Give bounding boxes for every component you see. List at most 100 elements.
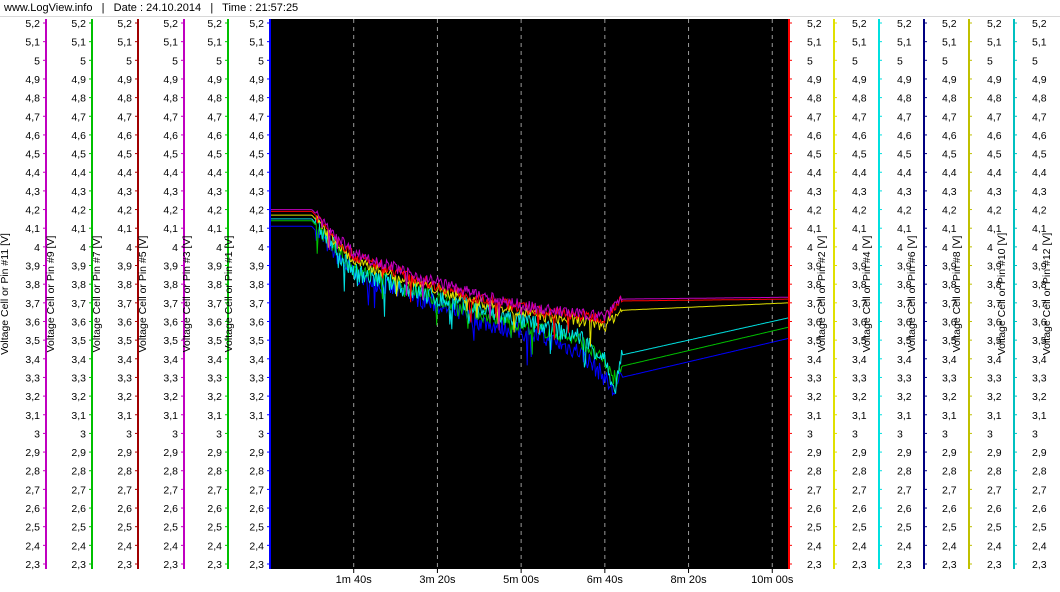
y-tick-label: 3,3 bbox=[117, 372, 132, 384]
y-tick-label: 2,8 bbox=[987, 466, 1002, 478]
y-tick-label: 3,1 bbox=[163, 410, 178, 422]
y-tick-label: 5,2 bbox=[249, 18, 264, 30]
y-tick-label: 3,5 bbox=[163, 335, 178, 347]
y-tick-label: 3,3 bbox=[942, 372, 957, 384]
y-tick-label: 3,5 bbox=[207, 335, 222, 347]
y-tick-label: 5,1 bbox=[207, 37, 222, 49]
axis-label: Voltage Cell or Pin #10 [V] bbox=[996, 233, 1008, 356]
y-tick-label: 2,4 bbox=[852, 540, 867, 552]
y-tick-label: 3,4 bbox=[117, 354, 132, 366]
y-tick-label: 4,2 bbox=[807, 205, 822, 217]
y-tick-label: 4,9 bbox=[249, 74, 264, 86]
y-tick-label: 3,4 bbox=[25, 354, 40, 366]
y-tick-label: 5,2 bbox=[25, 18, 40, 30]
y-tick-label: 4,2 bbox=[852, 205, 867, 217]
y-tick-label: 2,8 bbox=[207, 466, 222, 478]
y-tick-label: 3,7 bbox=[249, 298, 264, 310]
left-axes: 5,2 5,1 5 4,9 4,8 4,7 4,6 4,5 4,4 4,3 4,2 4,1 4 3,9 3,… bbox=[0, 18, 271, 571]
y-tick-label: 3,4 bbox=[71, 354, 86, 366]
y-tick-label: 4,7 bbox=[25, 111, 40, 123]
y-tick-label: 2,9 bbox=[987, 447, 1002, 459]
y-tick-label: 4,8 bbox=[25, 93, 40, 105]
y-tick-label: 4,5 bbox=[897, 149, 912, 161]
y-tick-label: 4,7 bbox=[1032, 111, 1047, 123]
y-tick-label: 4,2 bbox=[163, 205, 178, 217]
y-tick-label: 3,2 bbox=[1032, 391, 1047, 403]
y-tick-label: 2,9 bbox=[249, 447, 264, 459]
y-tick-label: 4,3 bbox=[987, 186, 1002, 198]
y-tick-label: 4,7 bbox=[942, 111, 957, 123]
y-axis: 5,25,154,94,84,74,64,54,44,34,24,143,93,… bbox=[923, 18, 963, 571]
y-tick-label: 3,3 bbox=[163, 372, 178, 384]
axis-label: Voltage Cell or Pin #11 [V] bbox=[0, 233, 11, 355]
y-tick-label: 4,1 bbox=[249, 223, 264, 235]
y-tick-label: 4,5 bbox=[852, 149, 867, 161]
y-tick-label: 5,2 bbox=[942, 18, 957, 30]
y-tick-label: 4 bbox=[1032, 242, 1038, 254]
y-tick-label: 4,7 bbox=[163, 111, 178, 123]
y-tick-label: 4,1 bbox=[207, 223, 222, 235]
y-tick-label: 3,2 bbox=[897, 391, 912, 403]
y-tick-label: 3,2 bbox=[207, 391, 222, 403]
y-tick-label: 3,2 bbox=[71, 391, 86, 403]
y-tick-label: 2,5 bbox=[897, 522, 912, 534]
y-tick-label: 3,9 bbox=[71, 261, 86, 273]
y-tick-label: 3,6 bbox=[71, 316, 86, 328]
y-tick-label: 4,4 bbox=[987, 167, 1002, 179]
y-tick-label: 4,9 bbox=[897, 74, 912, 86]
y-tick-label: 5,2 bbox=[207, 18, 222, 30]
y-tick-label: 4,6 bbox=[897, 130, 912, 142]
y-tick-label: 3,2 bbox=[852, 391, 867, 403]
y-tick-label: 2,5 bbox=[25, 522, 40, 534]
axis-label: Voltage Cell or Pin #1 [V] bbox=[223, 236, 235, 353]
y-tick-label: 4,6 bbox=[1032, 130, 1047, 142]
y-tick-label: 4,3 bbox=[207, 186, 222, 198]
y-tick-label: 2,4 bbox=[207, 540, 222, 552]
y-axis: 5,25,154,94,84,74,64,54,44,34,24,143,93,… bbox=[1013, 18, 1053, 571]
y-tick-label: 5,1 bbox=[942, 37, 957, 49]
y-tick-label: 4,4 bbox=[207, 167, 222, 179]
y-tick-label: 2,4 bbox=[897, 540, 912, 552]
y-tick-label: 2,6 bbox=[1032, 503, 1047, 515]
y-tick-label: 2,6 bbox=[207, 503, 222, 515]
y-tick-label: 4,9 bbox=[852, 74, 867, 86]
y-tick-label: 5,2 bbox=[163, 18, 178, 30]
y-tick-label: 3,9 bbox=[117, 261, 132, 273]
y-tick-label: 3,8 bbox=[163, 279, 178, 291]
y-tick-label: 2,9 bbox=[25, 447, 40, 459]
y-tick-label: 3,1 bbox=[807, 410, 822, 422]
y-tick-label: 3,1 bbox=[249, 410, 264, 422]
y-tick-label: 3,7 bbox=[71, 298, 86, 310]
y-tick-label: 4,8 bbox=[897, 93, 912, 105]
y-tick-label: 3,7 bbox=[207, 298, 222, 310]
y-tick-label: 5,2 bbox=[987, 18, 1002, 30]
y-tick-label: 3,2 bbox=[249, 391, 264, 403]
y-tick-label: 4,6 bbox=[807, 130, 822, 142]
y-tick-label: 2,3 bbox=[852, 559, 867, 571]
voltage-chart: 5,2 5,1 5 4,9 4,8 4,7 4,6 4,5 4,4 4,3 4,2 4,1 4 3,9 3,… bbox=[0, 18, 1053, 586]
y-tick-label: 3,9 bbox=[163, 261, 178, 273]
y-tick-label: 2,6 bbox=[163, 503, 178, 515]
axis-label: Voltage Cell or Pin #12 [V] bbox=[1041, 233, 1053, 356]
y-tick-label: 2,3 bbox=[71, 559, 86, 571]
y-tick-label: 3 bbox=[987, 428, 993, 440]
y-axis: 5,25,154,94,84,74,64,54,44,34,24,143,93,… bbox=[788, 18, 828, 571]
y-tick-label: 3,4 bbox=[897, 354, 912, 366]
y-tick-label: 3,4 bbox=[807, 354, 822, 366]
y-tick-label: 4,2 bbox=[987, 205, 1002, 217]
y-tick-label: 4,8 bbox=[163, 93, 178, 105]
y-tick-label: 3,2 bbox=[117, 391, 132, 403]
right-axes: 5,25,154,94,84,74,64,54,44,34,24,143,93,… bbox=[788, 18, 1053, 571]
y-tick-label: 2,7 bbox=[897, 484, 912, 496]
y-tick-label: 2,4 bbox=[942, 540, 957, 552]
y-tick-label: 3,4 bbox=[942, 354, 957, 366]
y-tick-label: 4,4 bbox=[1032, 167, 1047, 179]
axis-label: Voltage Cell or Pin #9 [V] bbox=[45, 236, 57, 353]
y-tick-label: 2,5 bbox=[249, 522, 264, 534]
y-axis: 5,25,154,94,84,74,64,54,44,34,24,143,93,… bbox=[91, 18, 139, 571]
y-tick-label: 2,5 bbox=[942, 522, 957, 534]
y-tick-label: 5,2 bbox=[852, 18, 867, 30]
y-tick-label: 3 bbox=[34, 428, 40, 440]
y-tick-label: 4 bbox=[807, 242, 813, 254]
y-tick-label: 2,9 bbox=[117, 447, 132, 459]
